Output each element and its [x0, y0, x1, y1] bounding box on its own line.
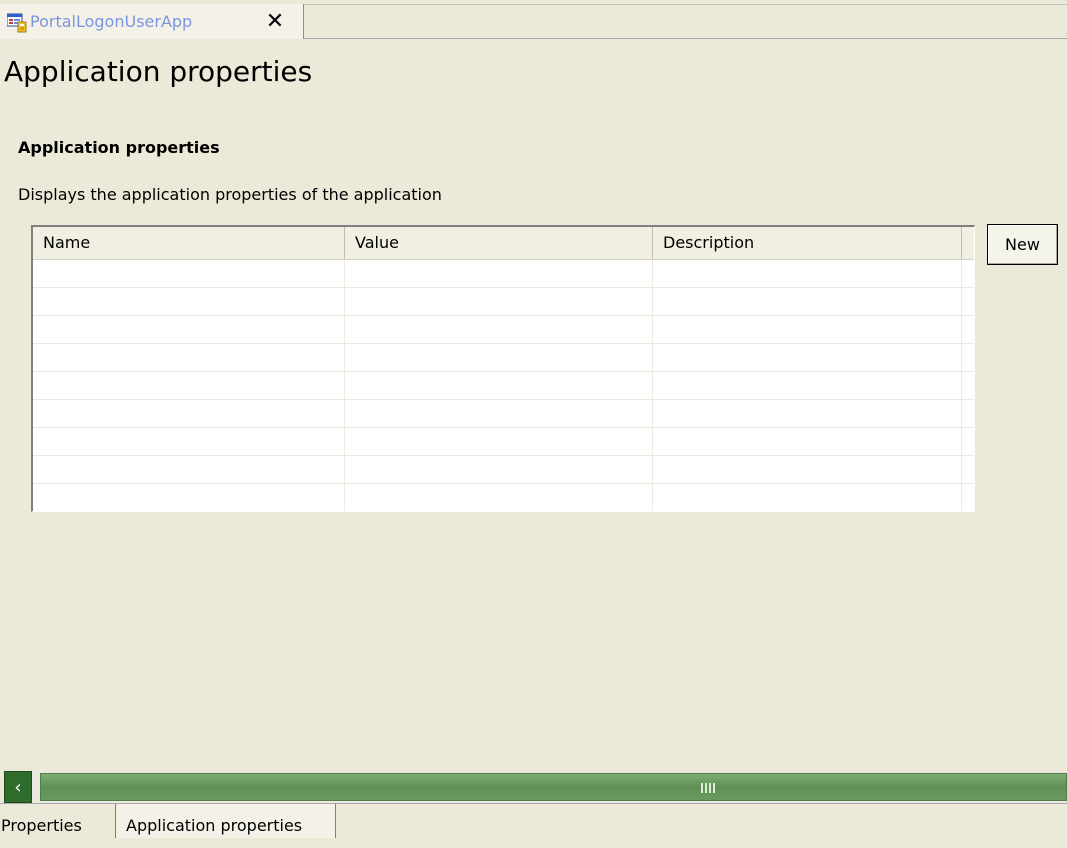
table-cell-value[interactable] — [345, 372, 653, 400]
table-row[interactable] — [33, 260, 974, 288]
table-cell-name[interactable] — [33, 260, 345, 288]
table-row[interactable] — [33, 456, 974, 484]
table-cell-description[interactable] — [653, 316, 962, 344]
table-row[interactable] — [33, 288, 974, 316]
column-header-name[interactable]: Name — [33, 227, 345, 259]
table-row[interactable] — [33, 484, 974, 511]
table-cell-name[interactable] — [33, 372, 345, 400]
section-description: Displays the application properties of t… — [18, 185, 442, 204]
table-cell-filler — [962, 400, 974, 428]
column-header-description[interactable]: Description — [653, 227, 962, 259]
table-body — [33, 260, 974, 511]
table-cell-name[interactable] — [33, 344, 345, 372]
table-cell-value[interactable] — [345, 428, 653, 456]
table-cell-filler — [962, 428, 974, 456]
new-button[interactable]: New — [987, 224, 1058, 265]
table-cell-description[interactable] — [653, 372, 962, 400]
table-cell-name[interactable] — [33, 316, 345, 344]
table-cell-value[interactable] — [345, 456, 653, 484]
table-cell-value[interactable] — [345, 344, 653, 372]
editor-tab-bar: PortalLogonUserApp ✕ — [0, 0, 1067, 39]
table-cell-description[interactable] — [653, 456, 962, 484]
table-row[interactable] — [33, 428, 974, 456]
table-header: Name Value Description — [33, 227, 974, 260]
table-cell-name[interactable] — [33, 428, 345, 456]
table-cell-description[interactable] — [653, 428, 962, 456]
table-cell-name[interactable] — [33, 400, 345, 428]
table-cell-value[interactable] — [345, 260, 653, 288]
scroll-thumb[interactable] — [40, 773, 1067, 801]
table-cell-value[interactable] — [345, 400, 653, 428]
tab-properties[interactable]: Properties — [0, 804, 116, 838]
grip-icon — [701, 783, 715, 793]
close-icon[interactable]: ✕ — [262, 9, 288, 35]
table-cell-value[interactable] — [345, 288, 653, 316]
table-cell-filler — [962, 316, 974, 344]
editor-tab-label: PortalLogonUserApp — [30, 12, 193, 31]
table-cell-value[interactable] — [345, 484, 653, 511]
table-cell-filler — [962, 344, 974, 372]
application-icon — [6, 13, 27, 33]
table-cell-filler — [962, 372, 974, 400]
properties-table[interactable]: Name Value Description — [31, 225, 975, 512]
section-title: Application properties — [18, 138, 220, 157]
table-cell-filler — [962, 288, 974, 316]
table-cell-description[interactable] — [653, 288, 962, 316]
table-cell-description[interactable] — [653, 484, 962, 511]
bottom-tab-bar: Properties Application properties — [0, 803, 1067, 838]
table-row[interactable] — [33, 344, 974, 372]
horizontal-scrollbar[interactable]: ‹ — [4, 771, 1067, 803]
table-cell-filler — [962, 456, 974, 484]
column-header-value[interactable]: Value — [345, 227, 653, 259]
table-cell-filler — [962, 484, 974, 511]
scroll-left-button[interactable]: ‹ — [4, 771, 32, 803]
table-cell-description[interactable] — [653, 260, 962, 288]
table-row[interactable] — [33, 316, 974, 344]
table-cell-description[interactable] — [653, 344, 962, 372]
table-cell-name[interactable] — [33, 484, 345, 511]
table-row[interactable] — [33, 400, 974, 428]
table-cell-description[interactable] — [653, 400, 962, 428]
table-cell-name[interactable] — [33, 456, 345, 484]
tab-application-properties[interactable]: Application properties — [117, 804, 336, 838]
page-title: Application properties — [4, 55, 313, 88]
table-row[interactable] — [33, 372, 974, 400]
table-cell-name[interactable] — [33, 288, 345, 316]
editor-tab-portal-logon-user-app[interactable]: PortalLogonUserApp ✕ — [0, 4, 304, 39]
column-header-filler — [962, 227, 974, 259]
table-cell-filler — [962, 260, 974, 288]
table-cell-value[interactable] — [345, 316, 653, 344]
